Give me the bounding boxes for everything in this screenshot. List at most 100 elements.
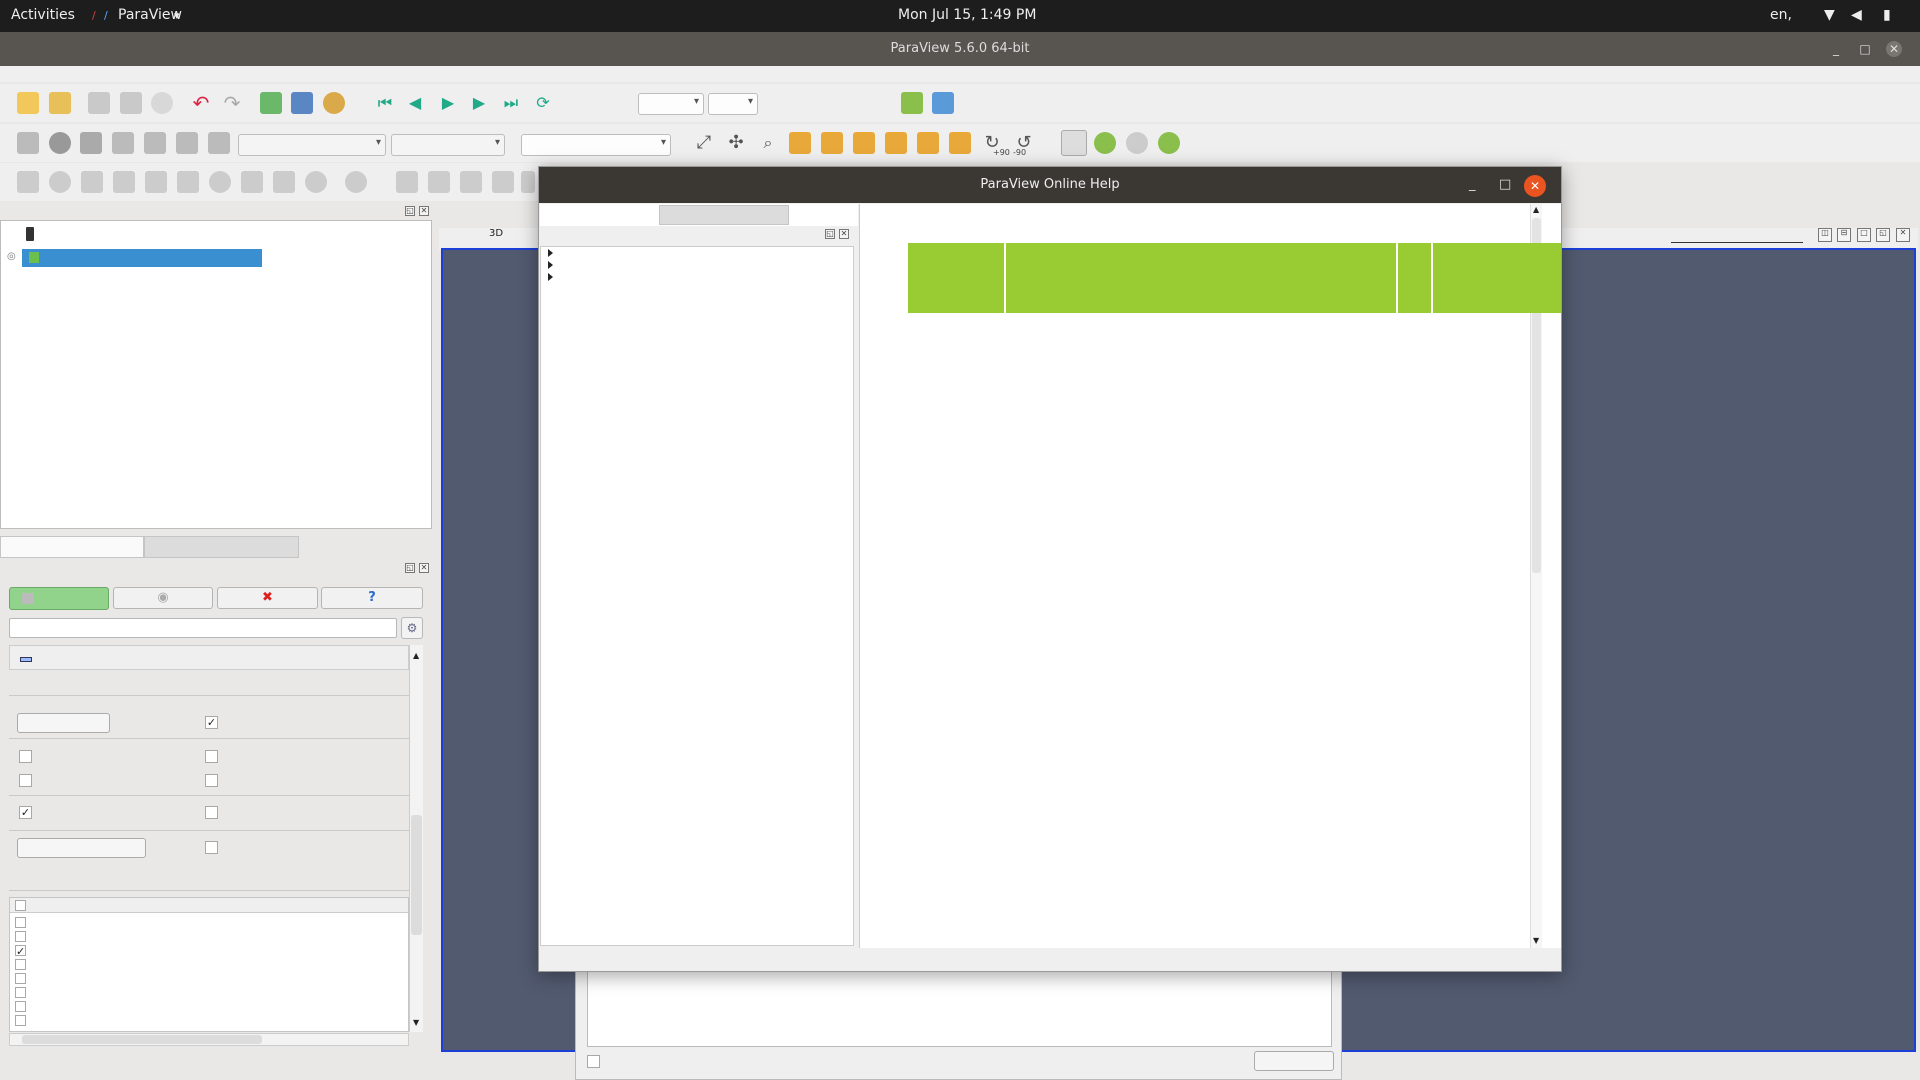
view-3d-toggle[interactable]: 3D xyxy=(489,228,503,239)
float-view-icon[interactable]: ◱ xyxy=(1876,228,1890,242)
rescale-icon[interactable] xyxy=(112,132,134,154)
hscroll-thumb[interactable] xyxy=(22,1035,262,1044)
wifi-icon[interactable]: ▼ xyxy=(1824,7,1835,23)
contour-icon[interactable] xyxy=(49,171,71,193)
array-checkbox-8[interactable] xyxy=(15,1015,26,1026)
representation-icon[interactable] xyxy=(17,132,39,154)
scroll-down-icon[interactable]: ▼ xyxy=(413,1018,419,1027)
loop-icon[interactable]: ⟳ xyxy=(532,92,554,114)
last-frame-icon[interactable]: ⏭ xyxy=(500,92,522,114)
help-minimize-button[interactable]: _ xyxy=(1469,167,1476,203)
help-maximize-button[interactable]: □ xyxy=(1499,167,1511,203)
rescale-custom-icon[interactable] xyxy=(144,132,166,154)
property-checkbox-2[interactable] xyxy=(19,750,32,763)
plot-icon[interactable] xyxy=(460,171,482,193)
orientation-axes-icon[interactable] xyxy=(1061,130,1087,156)
save-data-icon[interactable] xyxy=(88,92,110,114)
gear-icon[interactable]: ⚙ xyxy=(401,617,423,639)
array-checkbox-7[interactable] xyxy=(15,1001,26,1012)
zoom-to-data-icon[interactable]: ✣ xyxy=(725,132,747,154)
python-icon[interactable] xyxy=(492,171,514,193)
array-checkbox-1[interactable] xyxy=(15,917,26,928)
reset-session-icon[interactable] xyxy=(260,92,282,114)
help-close-button[interactable]: ✕ xyxy=(1524,175,1546,197)
delete-button[interactable]: ✖ xyxy=(217,587,318,609)
center-axes-icon[interactable] xyxy=(1094,132,1116,154)
component-combo[interactable] xyxy=(391,134,505,156)
redo-icon[interactable]: ↷ xyxy=(221,92,243,114)
background-dialog-checkbox[interactable] xyxy=(587,1055,600,1068)
array-checkbox-5[interactable] xyxy=(15,973,26,984)
warp-icon[interactable] xyxy=(273,171,295,193)
glyph-icon[interactable] xyxy=(209,171,231,193)
representation-combo[interactable] xyxy=(521,134,671,156)
array-list[interactable]: ✓ xyxy=(9,897,409,1032)
open-recent-icon[interactable] xyxy=(49,92,71,114)
help-tab-index[interactable] xyxy=(659,205,789,225)
property-checkbox-6[interactable]: ✓ xyxy=(19,806,32,819)
help-scrollbar[interactable]: ▲ ▼ xyxy=(1530,204,1542,948)
view-minus-y-icon[interactable] xyxy=(885,132,907,154)
split-vertical-icon[interactable]: ⊟ xyxy=(1837,228,1851,242)
tab-information[interactable] xyxy=(144,536,299,558)
select-all-checkbox[interactable] xyxy=(15,900,26,911)
view-minus-x-icon[interactable] xyxy=(821,132,843,154)
clip-icon[interactable] xyxy=(81,171,103,193)
split-horizontal-icon[interactable]: ◫ xyxy=(1818,228,1832,242)
background-dialog-button[interactable] xyxy=(1254,1051,1334,1071)
reset-button[interactable]: ◉ xyxy=(113,587,213,609)
previous-frame-icon[interactable]: ◀ xyxy=(404,92,426,114)
tree-expand-icon[interactable] xyxy=(548,261,553,269)
time-combo[interactable] xyxy=(638,93,704,115)
view-plus-y-icon[interactable] xyxy=(853,132,875,154)
selection-2-icon[interactable] xyxy=(428,171,450,193)
reset-camera-icon[interactable]: ⤢ xyxy=(693,132,715,154)
pipeline-browser[interactable]: ◎ xyxy=(0,220,432,529)
property-button-2[interactable] xyxy=(17,838,146,858)
app-menu-button[interactable]: ParaView xyxy=(118,7,182,23)
dock-float-icon[interactable]: ◱ xyxy=(405,206,415,216)
apply-button[interactable] xyxy=(9,587,109,610)
play-icon[interactable]: ▶ xyxy=(437,92,459,114)
view-plus-z-icon[interactable] xyxy=(917,132,939,154)
color-by-combo[interactable] xyxy=(238,134,386,156)
help-scroll-down-icon[interactable]: ▼ xyxy=(1533,936,1539,945)
reset-center-icon[interactable] xyxy=(1158,132,1180,154)
undo-icon[interactable]: ↶ xyxy=(190,92,212,114)
rescale-visible-icon[interactable] xyxy=(176,132,198,154)
camera-link-icon[interactable] xyxy=(901,92,923,114)
stream-tracer-icon[interactable] xyxy=(241,171,263,193)
property-checkbox-8[interactable] xyxy=(205,841,218,854)
property-checkbox-5[interactable] xyxy=(205,774,218,787)
clock[interactable]: Mon Jul 15, 1:49 PM xyxy=(898,7,1036,23)
maximize-button[interactable]: □ xyxy=(1857,41,1873,57)
array-checkbox-3[interactable]: ✓ xyxy=(15,945,26,957)
properties-float-icon[interactable]: ◱ xyxy=(405,563,415,573)
color-palette-icon[interactable] xyxy=(323,92,345,114)
volume-icon[interactable]: ◀ xyxy=(1851,7,1862,23)
collapse-icon[interactable] xyxy=(20,657,32,662)
calculator-icon[interactable] xyxy=(17,171,39,193)
dock-close-icon[interactable]: ✕ xyxy=(419,206,429,216)
more-icon[interactable] xyxy=(521,171,535,193)
pipeline-item-selected[interactable] xyxy=(22,249,262,267)
save-state-icon[interactable] xyxy=(120,92,142,114)
close-button[interactable]: ✕ xyxy=(1886,41,1902,57)
open-icon[interactable] xyxy=(17,92,39,114)
help-pane-close-icon[interactable]: ✕ xyxy=(839,229,849,239)
group-datasets-icon[interactable] xyxy=(305,171,327,193)
slice-icon[interactable] xyxy=(113,171,135,193)
help-button[interactable]: ? xyxy=(321,587,423,609)
link-icon[interactable] xyxy=(80,132,102,154)
connect-icon[interactable] xyxy=(151,92,173,114)
property-checkbox-4[interactable] xyxy=(19,774,32,787)
property-button-1[interactable] xyxy=(17,713,110,733)
property-checkbox-3[interactable] xyxy=(205,750,218,763)
scroll-thumb[interactable] xyxy=(411,815,422,935)
custom-view-icon[interactable] xyxy=(932,92,954,114)
maximize-view-icon[interactable]: □ xyxy=(1857,228,1871,242)
activities-button[interactable]: Activities xyxy=(11,7,75,23)
close-view-icon[interactable]: ✕ xyxy=(1896,228,1910,242)
properties-scrollbar[interactable]: ▲ ▼ xyxy=(409,645,423,1032)
property-checkbox-7[interactable] xyxy=(205,806,218,819)
